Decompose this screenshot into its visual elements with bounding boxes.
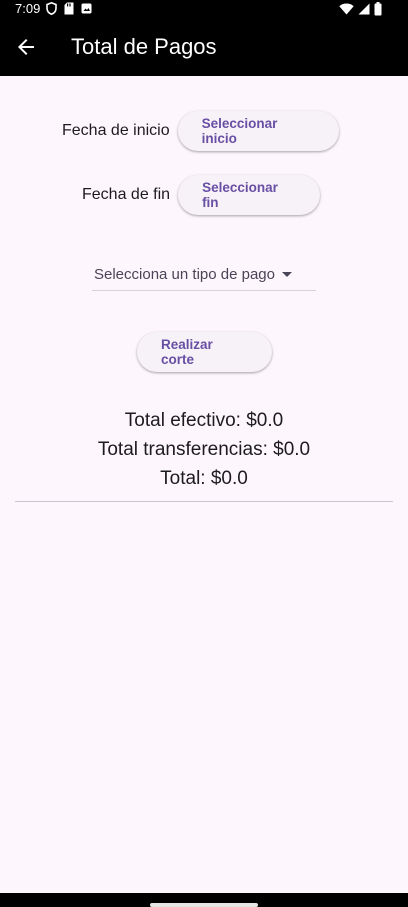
realizar-corte-label: Realizar corte [161,337,213,367]
fecha-fin-row: Fecha de fin Seleccionar fin [82,175,321,215]
arrow-back-icon [18,39,34,55]
home-indicator[interactable] [150,903,258,907]
signal-icon [358,3,370,15]
total-general: Total: $0.0 [160,468,248,489]
totals-section: Total efectivo: $0.0 Total transferencia… [0,406,408,493]
sd-card-icon [64,2,74,15]
total-efectivo: Total efectivo: $0.0 [124,410,284,431]
battery-icon [374,2,382,16]
seleccionar-inicio-button[interactable]: Seleccionar inicio [177,111,339,151]
status-time: 7:09 [15,1,41,16]
fecha-inicio-row: Fecha de inicio Seleccionar inicio [62,111,339,151]
app-bar: Total de Pagos [0,19,408,76]
seleccionar-inicio-label: Seleccionar inicio [201,116,278,146]
tipo-pago-dropdown[interactable]: Selecciona un tipo de pago [92,258,316,291]
notification-icon [81,3,92,14]
shield-icon [46,2,57,15]
tipo-pago-selected: Selecciona un tipo de pago [94,265,275,283]
back-button[interactable] [14,35,38,59]
fecha-inicio-label: Fecha de inicio [62,122,170,139]
divider [15,501,393,502]
seleccionar-fin-label: Seleccionar fin [202,180,278,210]
total-transferencias: Total transferencias: $0.0 [97,439,311,460]
page-title: Total de Pagos [71,34,217,59]
fecha-fin-label: Fecha de fin [82,186,171,203]
status-right-icons [339,2,382,16]
seleccionar-fin-button[interactable]: Seleccionar fin [178,175,321,215]
dropdown-arrow-icon [281,271,292,277]
status-left-icons [46,2,92,15]
status-bar: 7:09 [0,0,408,19]
wifi-icon [339,3,354,15]
realizar-corte-button[interactable]: Realizar corte [137,332,272,372]
